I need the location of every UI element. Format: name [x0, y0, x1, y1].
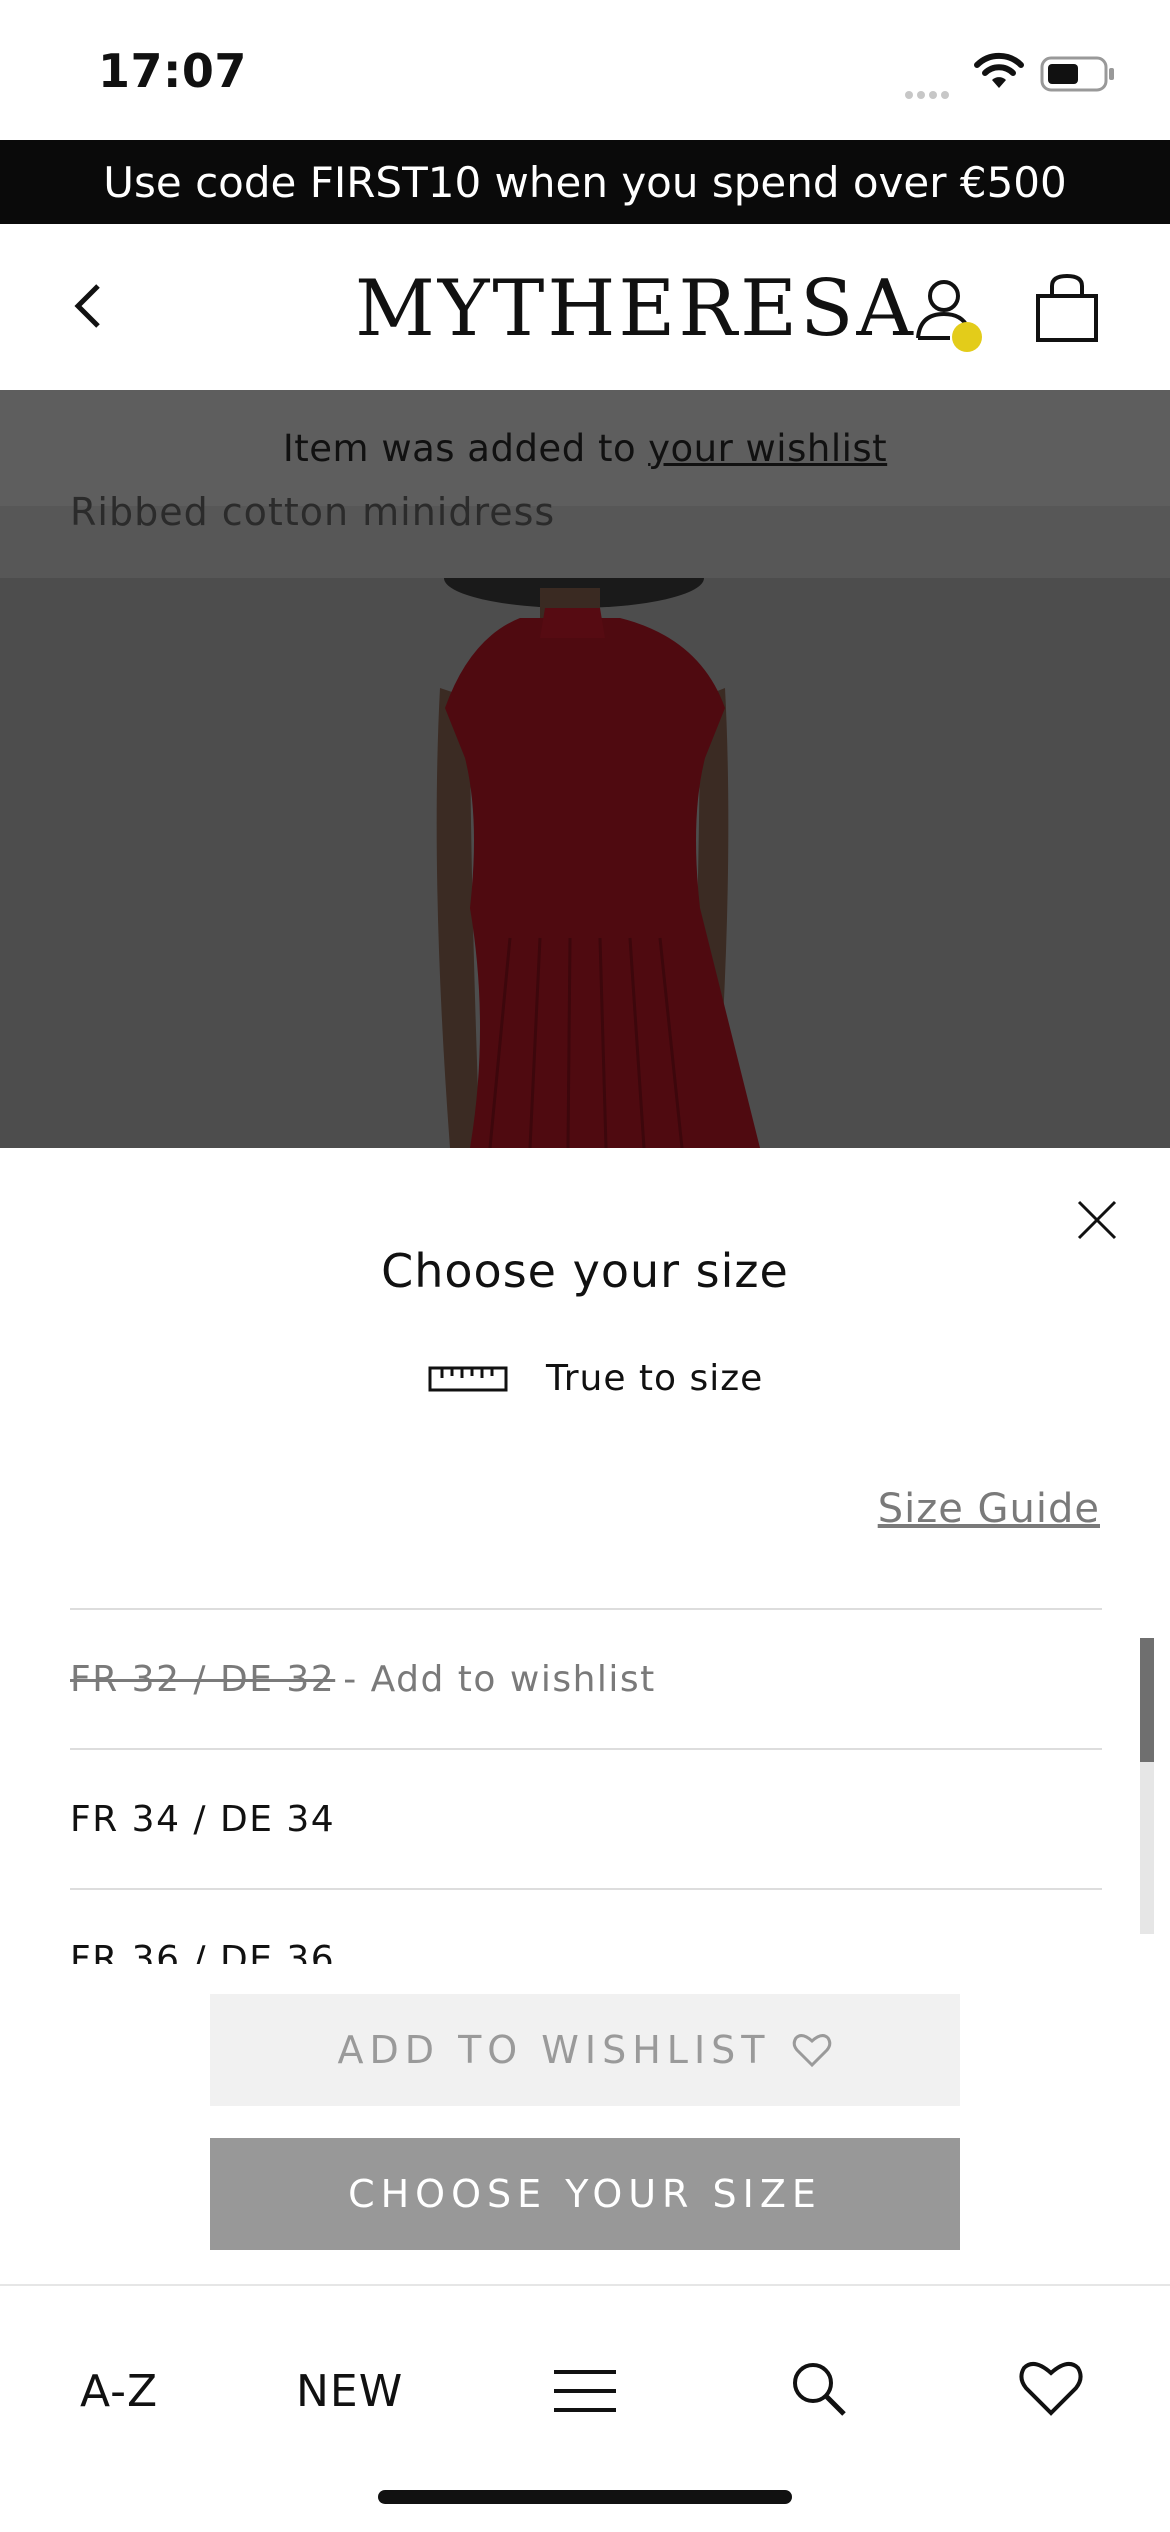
toast-wishlist-link[interactable]: your wishlist: [648, 427, 887, 470]
sheet-title: Choose your size: [381, 1244, 789, 1298]
dimmed-product-page: Item was added to your wishlist Ribbed c…: [0, 390, 1170, 1148]
size-guide-link[interactable]: Size Guide: [878, 1486, 1100, 1532]
heart-icon[interactable]: [1018, 2358, 1084, 2418]
nav-az[interactable]: A-Z: [80, 2366, 158, 2417]
size-list-scroll-thumb[interactable]: [1140, 1638, 1154, 1762]
add-to-wishlist-button[interactable]: ADD TO WISHLIST: [210, 1994, 960, 2106]
status-bar: 17:07: [0, 0, 1170, 140]
header: MYTHERESA: [0, 224, 1170, 390]
promo-banner[interactable]: Use code FIRST10 when you spend over €50…: [0, 140, 1170, 224]
size-label: FR 34 / DE 34: [70, 1798, 336, 1840]
size-label: FR 32 / DE 32: [70, 1658, 336, 1700]
action-buttons: ADD TO WISHLIST CHOOSE YOUR SIZE: [0, 1964, 1170, 2284]
size-option-fr34[interactable]: FR 34 / DE 34: [70, 1748, 1102, 1888]
wishlist-toast: Item was added to your wishlist: [0, 390, 1170, 506]
ruler-icon: [428, 1366, 508, 1391]
account-notification-dot: [952, 322, 982, 352]
nav-new[interactable]: NEW: [296, 2366, 403, 2417]
toast-text: Item was added to: [282, 426, 637, 470]
product-image: [0, 578, 1170, 1148]
size-bottom-sheet: Choose your size True to size Size Guide…: [0, 1148, 1170, 1964]
size-suffix: - Add to wishlist: [343, 1658, 656, 1700]
brand-logo[interactable]: MYTHERESA: [355, 264, 916, 354]
product-title: Ribbed cotton minidress: [70, 490, 556, 534]
fit-indicator: True to size: [428, 1358, 763, 1399]
back-chevron-icon[interactable]: [62, 276, 122, 336]
menu-icon[interactable]: [552, 2366, 618, 2416]
home-indicator: [378, 2490, 792, 2504]
wishlist-button-label: ADD TO WISHLIST: [337, 2028, 771, 2072]
bag-icon[interactable]: [1032, 272, 1102, 344]
choose-size-button[interactable]: CHOOSE YOUR SIZE: [210, 2138, 960, 2250]
size-label: FR 36 / DE 36: [70, 1938, 336, 1965]
status-time: 17:07: [98, 44, 247, 98]
size-option-fr32[interactable]: FR 32 / DE 32 - Add to wishlist: [70, 1608, 1102, 1748]
search-icon[interactable]: [788, 2358, 848, 2418]
signal-dots-icon: [905, 84, 953, 103]
close-icon[interactable]: [1075, 1198, 1119, 1242]
heart-outline-icon: [793, 2034, 832, 2068]
size-option-fr36[interactable]: FR 36 / DE 36: [70, 1888, 1102, 1964]
wifi-icon: [974, 52, 1024, 88]
size-list: FR 32 / DE 32 - Add to wishlist FR 34 / …: [70, 1608, 1102, 1964]
battery-icon: [1040, 56, 1114, 92]
fit-label: True to size: [546, 1358, 764, 1399]
